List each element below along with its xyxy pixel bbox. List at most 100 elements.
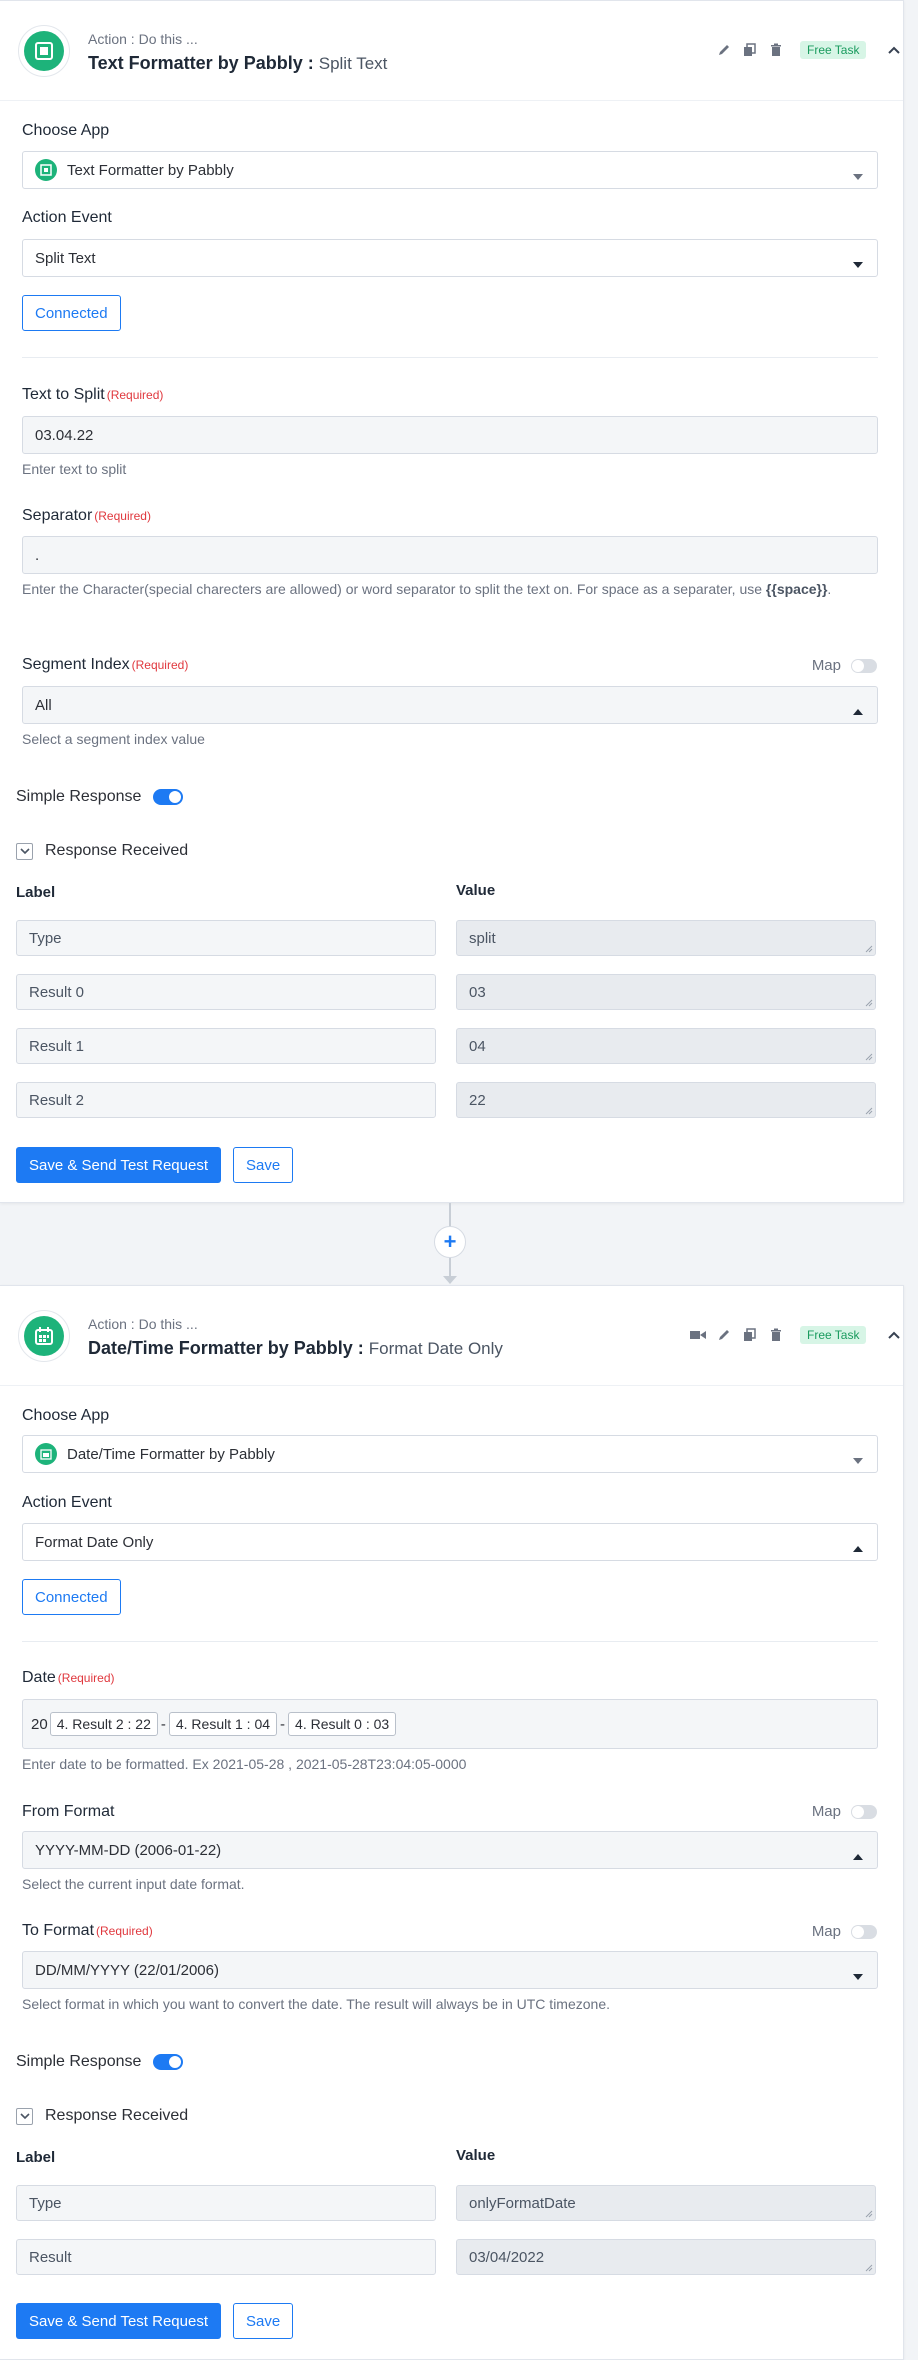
choose-app-label: Choose App [22, 1407, 110, 1424]
segment-index-label: Segment Index (Required) [22, 656, 189, 673]
card-header[interactable]: Action : Do this ... Text Formatter by P… [0, 1, 903, 101]
action-event-select[interactable]: Split Text [22, 239, 878, 277]
event-name: Format Date Only [368, 1339, 503, 1358]
step-title: Date/Time Formatter by Pabbly : Format D… [88, 1338, 503, 1359]
response-received-row[interactable]: Response Received [16, 2107, 188, 2125]
choose-app-select[interactable]: Date/Time Formatter by Pabbly [22, 1435, 878, 1473]
text-to-split-input[interactable]: 03.04.22 [22, 416, 878, 454]
response-value-cell: split [456, 920, 876, 956]
response-value-cell: 03/04/2022 [456, 2239, 876, 2275]
pencil-icon[interactable] [716, 42, 732, 58]
response-value-cell: 04 [456, 1028, 876, 1064]
resize-grip-icon[interactable] [865, 999, 873, 1007]
resize-grip-icon[interactable] [865, 1053, 873, 1061]
column-label-header: Label [16, 884, 56, 901]
response-label-cell: Result 2 [16, 1082, 436, 1118]
app-logo [18, 25, 70, 77]
chevron-down-icon[interactable] [16, 2107, 33, 2125]
calendar-icon [35, 1327, 53, 1345]
connected-button[interactable]: Connected [22, 295, 121, 331]
column-value-header: Value [456, 2147, 496, 2164]
action-card-text-formatter: Action : Do this ... Text Formatter by P… [0, 0, 904, 1203]
simple-response-toggle[interactable] [153, 2054, 184, 2070]
space-token: {{space}} [765, 581, 828, 597]
save-send-test-button[interactable]: Save & Send Test Request [16, 2303, 222, 2339]
from-format-map-toggle[interactable]: Map [812, 1803, 877, 1820]
choose-app-select[interactable]: Text Formatter by Pabbly [22, 151, 878, 189]
action-event-value: Format Date Only [35, 1533, 154, 1551]
video-icon[interactable] [690, 1327, 706, 1343]
card-header[interactable]: Action : Do this ... Date/Time Formatter… [0, 1286, 903, 1386]
to-format-map-toggle[interactable]: Map [812, 1923, 877, 1940]
response-received-row[interactable]: Response Received [16, 842, 188, 860]
trash-icon[interactable] [768, 42, 784, 58]
resize-grip-icon[interactable] [865, 945, 873, 953]
save-button[interactable]: Save [233, 1147, 294, 1183]
from-format-select[interactable]: YYYY-MM-DD (2006-01-22) [22, 1831, 878, 1869]
response-value-cell: 22 [456, 1082, 876, 1118]
to-format-value: DD/MM/YYYY (22/01/2006) [35, 1961, 219, 1979]
caret-down-icon [853, 1451, 863, 1468]
response-label-cell: Result 0 [16, 974, 436, 1010]
simple-response-toggle[interactable] [153, 789, 184, 805]
resize-grip-icon[interactable] [865, 2264, 873, 2272]
segment-map-toggle[interactable]: Map [812, 657, 877, 674]
response-value-cell: 03 [456, 974, 876, 1010]
chevron-up-icon[interactable] [886, 42, 902, 58]
segment-index-value: All [35, 696, 52, 714]
divider [22, 1641, 878, 1642]
text-formatter-icon [35, 42, 53, 60]
calendar-icon [35, 1443, 57, 1465]
to-format-help: Select format in which you want to conve… [22, 1996, 611, 2012]
to-format-select[interactable]: DD/MM/YYYY (22/01/2006) [22, 1951, 878, 1989]
action-event-value: Split Text [35, 249, 96, 267]
map-switch[interactable] [851, 658, 877, 673]
required-marker: (Required) [94, 509, 151, 523]
from-format-value: YYYY-MM-DD (2006-01-22) [35, 1841, 222, 1859]
separator-input[interactable]: . [22, 536, 878, 574]
connected-button[interactable]: Connected [22, 1579, 121, 1615]
resize-grip-icon[interactable] [865, 1107, 873, 1115]
variable-pill[interactable]: 4. Result 2 : 22 [49, 1712, 158, 1736]
date-input[interactable]: 20 4. Result 2 : 22 - 4. Result 1 : 04 -… [22, 1699, 878, 1749]
resize-grip-icon[interactable] [865, 2210, 873, 2218]
free-task-badge: Free Task [800, 41, 867, 59]
required-marker: (Required) [57, 1671, 115, 1685]
response-received-label: Response Received [45, 842, 189, 859]
copy-icon[interactable] [742, 42, 758, 58]
app-name: Text Formatter by Pabbly : [88, 53, 314, 73]
save-send-test-button[interactable]: Save & Send Test Request [16, 1147, 222, 1183]
step-title: Text Formatter by Pabbly : Split Text [88, 53, 387, 74]
response-label-cell: Type [16, 2185, 436, 2221]
response-label-cell: Result [16, 2239, 436, 2275]
separator-help: Enter the Character(special charecters a… [22, 581, 832, 597]
choose-app-label: Choose App [22, 122, 110, 139]
from-format-help: Select the current input date format. [22, 1876, 245, 1892]
date-help: Enter date to be formatted. Ex 2021-05-2… [22, 1756, 467, 1772]
date-label: Date (Required) [22, 1669, 115, 1686]
add-step-button[interactable]: + [434, 1226, 466, 1258]
chevron-down-icon[interactable] [16, 842, 33, 860]
copy-icon[interactable] [742, 1327, 758, 1343]
choose-app-value: Date/Time Formatter by Pabbly [67, 1445, 275, 1463]
pencil-icon[interactable] [716, 1327, 732, 1343]
map-switch[interactable] [851, 1804, 877, 1819]
map-switch[interactable] [851, 1924, 877, 1939]
to-format-label: To Format (Required) [22, 1922, 153, 1939]
connector-line [449, 1203, 451, 1227]
variable-pill[interactable]: 4. Result 0 : 03 [288, 1712, 397, 1736]
step-subtitle: Action : Do this ... [88, 1316, 198, 1332]
caret-down-icon [853, 255, 863, 272]
from-format-label: From Format [22, 1803, 115, 1820]
segment-index-select[interactable]: All [22, 686, 878, 724]
required-marker: (Required) [96, 1924, 153, 1938]
simple-response-label: Simple Response [16, 2053, 142, 2070]
variable-pill[interactable]: 4. Result 1 : 04 [168, 1712, 278, 1736]
action-event-select[interactable]: Format Date Only [22, 1523, 878, 1561]
save-button[interactable]: Save [233, 2303, 294, 2339]
trash-icon[interactable] [768, 1327, 784, 1343]
caret-up-icon [853, 702, 863, 719]
chevron-up-icon[interactable] [886, 1327, 902, 1343]
response-value-cell: onlyFormatDate [456, 2185, 876, 2221]
app-name: Date/Time Formatter by Pabbly : [88, 1338, 364, 1358]
